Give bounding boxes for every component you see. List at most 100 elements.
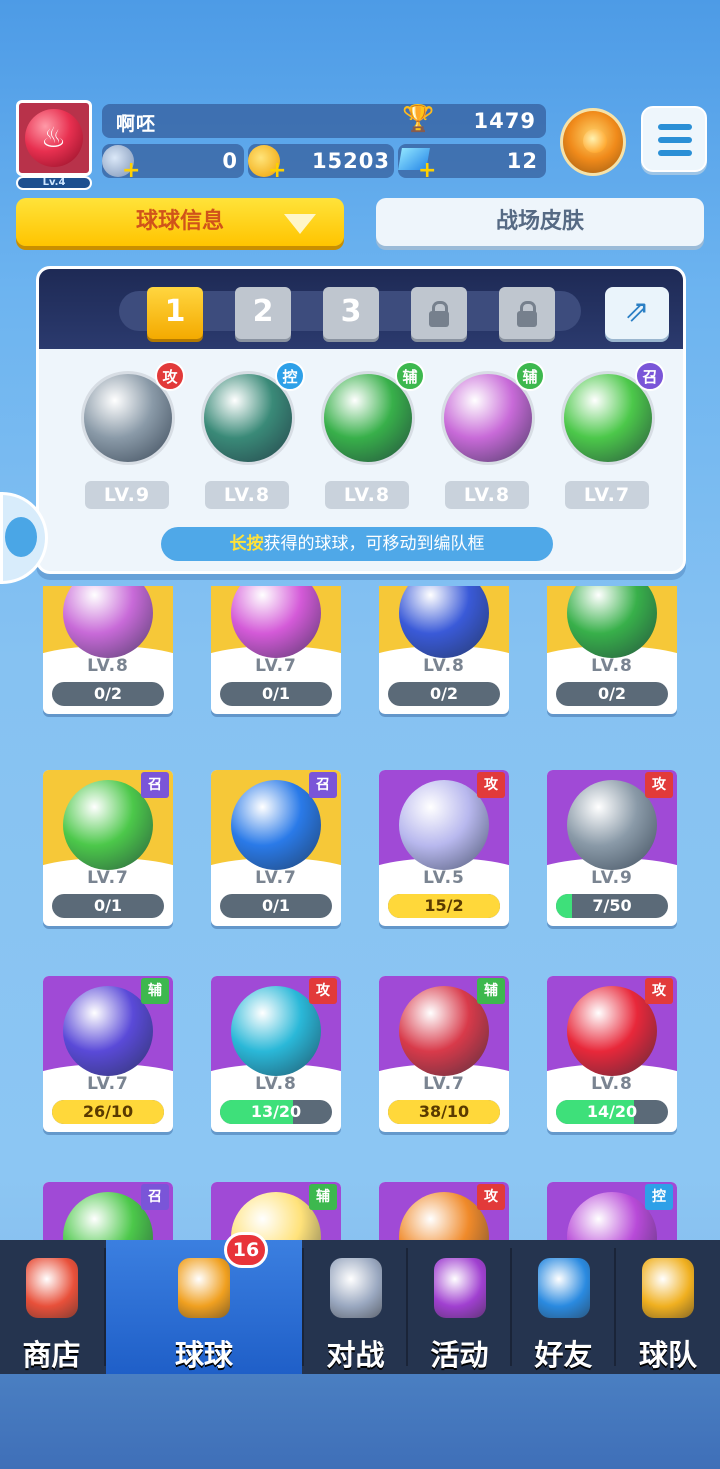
team-slot-header: 1 2 3 ⇗	[39, 269, 683, 349]
ball-level: LV.7	[87, 868, 129, 888]
nav-balls[interactable]: 球球	[106, 1240, 302, 1374]
nav-whistle[interactable]: 球队	[616, 1240, 720, 1374]
ball-role-tag: 控	[645, 1184, 673, 1210]
nav-label: 球队	[638, 1338, 697, 1372]
team-lineup-panel: 1 2 3 ⇗ 攻 LV.9 控 LV.8 辅 LV.8 辅 LV.8 召 LV.7 长按获得的球…	[36, 266, 686, 574]
swords-icon	[329, 1258, 382, 1318]
nav-divider	[302, 1248, 304, 1366]
ball-icon	[63, 986, 153, 1076]
ball-icon	[399, 780, 489, 870]
side-tab-icon	[5, 517, 37, 557]
ball-card[interactable]: 攻 LV.5 15/2	[379, 770, 509, 926]
coin-bar[interactable]: + 15203	[248, 144, 394, 183]
ball-card[interactable]: 召	[43, 1182, 173, 1240]
balls-icon	[178, 1258, 230, 1318]
ball-card[interactable]: 召 LV.7 0/1	[43, 770, 173, 926]
team-ball-level: LV.8	[205, 481, 289, 509]
add-gem-icon[interactable]: +	[418, 158, 436, 183]
bottom-background	[0, 1374, 720, 1469]
nav-divider	[614, 1248, 616, 1366]
upgrade-progress-bar: 0/1	[220, 682, 332, 706]
progress-text: 38/10	[418, 1102, 470, 1121]
ball-role-tag: 召	[141, 772, 169, 798]
ball-icon	[231, 986, 321, 1076]
ball-level: LV.9	[591, 868, 633, 888]
nav-friends[interactable]: 好友	[512, 1240, 615, 1374]
ball-role-tag: 辅	[141, 978, 169, 1004]
ball-level: LV.8	[423, 656, 465, 676]
dropdown-arrow-icon	[284, 214, 316, 234]
progress-text: 0/1	[261, 684, 291, 703]
tab-battle-skins[interactable]: 战场皮肤	[376, 198, 704, 246]
team-slot-2[interactable]: 2	[235, 287, 291, 339]
tab-ball-info[interactable]: 球球信息	[16, 198, 344, 246]
tab-battle-skins-label: 战场皮肤	[495, 209, 584, 234]
ball-level: LV.7	[255, 656, 297, 676]
lock-icon	[517, 301, 537, 327]
nav-party[interactable]: 活动	[408, 1240, 511, 1374]
nav-divider	[510, 1248, 512, 1366]
ball-card[interactable]: LV.8 0/2	[43, 586, 173, 714]
nav-label: 球球	[174, 1338, 233, 1372]
ball-card[interactable]: 攻 LV.8 13/20	[211, 976, 341, 1132]
ball-card[interactable]: LV.8 0/2	[547, 586, 677, 714]
ball-role-tag: 攻	[477, 1184, 505, 1210]
ball-role-tag: 攻	[309, 978, 337, 1004]
progress-text: 26/10	[82, 1102, 134, 1121]
player-avatar[interactable]: ♨	[16, 100, 92, 176]
ball-role-tag: 攻	[645, 978, 673, 1004]
ball-card[interactable]: 辅	[211, 1182, 341, 1240]
progress-text: 0/2	[429, 684, 459, 703]
upgrade-progress-bar: 0/1	[220, 894, 332, 918]
long-press-hint: 长按获得的球球，可移动到编队框	[161, 527, 553, 561]
ball-card[interactable]: LV.8 0/2	[379, 586, 509, 714]
ball-card[interactable]: 控	[547, 1182, 677, 1240]
shop-icon	[25, 1258, 78, 1318]
lock-icon	[429, 301, 449, 327]
menu-button[interactable]	[641, 106, 707, 172]
add-coin-icon[interactable]: +	[268, 158, 286, 183]
ball-card[interactable]: 攻	[379, 1182, 509, 1240]
rank-medal-icon[interactable]	[560, 108, 626, 176]
nav-shop[interactable]: 商店	[0, 1240, 103, 1374]
nav-swords[interactable]: 对战	[304, 1240, 407, 1374]
ball-card[interactable]: 攻 LV.9 7/50	[547, 770, 677, 926]
team-slot-4-locked[interactable]	[411, 287, 467, 339]
nav-label: 对战	[326, 1338, 385, 1372]
trophy-count: 1479	[473, 109, 536, 133]
upgrade-progress-bar: 15/2	[388, 894, 500, 918]
upgrade-progress-bar: 0/2	[52, 682, 164, 706]
ball-level: LV.7	[87, 1074, 129, 1094]
ball-card[interactable]: 召 LV.7 0/1	[211, 770, 341, 926]
ball-card[interactable]: 辅 LV.7 38/10	[379, 976, 509, 1132]
ball-card[interactable]: 辅 LV.7 26/10	[43, 976, 173, 1132]
hint-highlight: 长按	[229, 534, 264, 554]
player-name: 啊呸	[116, 113, 157, 135]
add-energy-icon[interactable]: +	[122, 158, 140, 183]
upgrade-progress-bar: 14/20	[556, 1100, 668, 1124]
tab-ball-info-label: 球球信息	[135, 209, 224, 234]
team-ball-level: LV.8	[325, 481, 409, 509]
ball-level: LV.5	[423, 868, 465, 888]
progress-text: 15/2	[424, 896, 464, 915]
player-name-bar: 啊呸 🏆 1479	[102, 104, 546, 138]
progress-text: 7/50	[592, 896, 632, 915]
team-slot-3[interactable]: 3	[323, 287, 379, 339]
ball-card[interactable]: 攻 LV.8 14/20	[547, 976, 677, 1132]
team-slot-1[interactable]: 1	[147, 287, 203, 339]
nav-label: 好友	[534, 1338, 593, 1372]
nav-divider	[406, 1248, 408, 1366]
ball-icon	[567, 986, 657, 1076]
nav-divider	[104, 1248, 106, 1366]
team-slot-5-locked[interactable]	[499, 287, 555, 339]
team-ball-role-tag: 控	[275, 361, 305, 391]
gem-bar[interactable]: + 12	[398, 144, 546, 183]
ball-role-tag: 召	[141, 1184, 169, 1210]
whistle-icon	[642, 1258, 694, 1318]
ball-card[interactable]: LV.7 0/1	[211, 586, 341, 714]
progress-text: 0/2	[93, 684, 123, 703]
progress-text: 14/20	[586, 1102, 638, 1121]
share-button[interactable]: ⇗	[605, 287, 669, 339]
energy-bar[interactable]: + 0	[102, 144, 244, 183]
upgrade-progress-bar: 0/2	[556, 682, 668, 706]
